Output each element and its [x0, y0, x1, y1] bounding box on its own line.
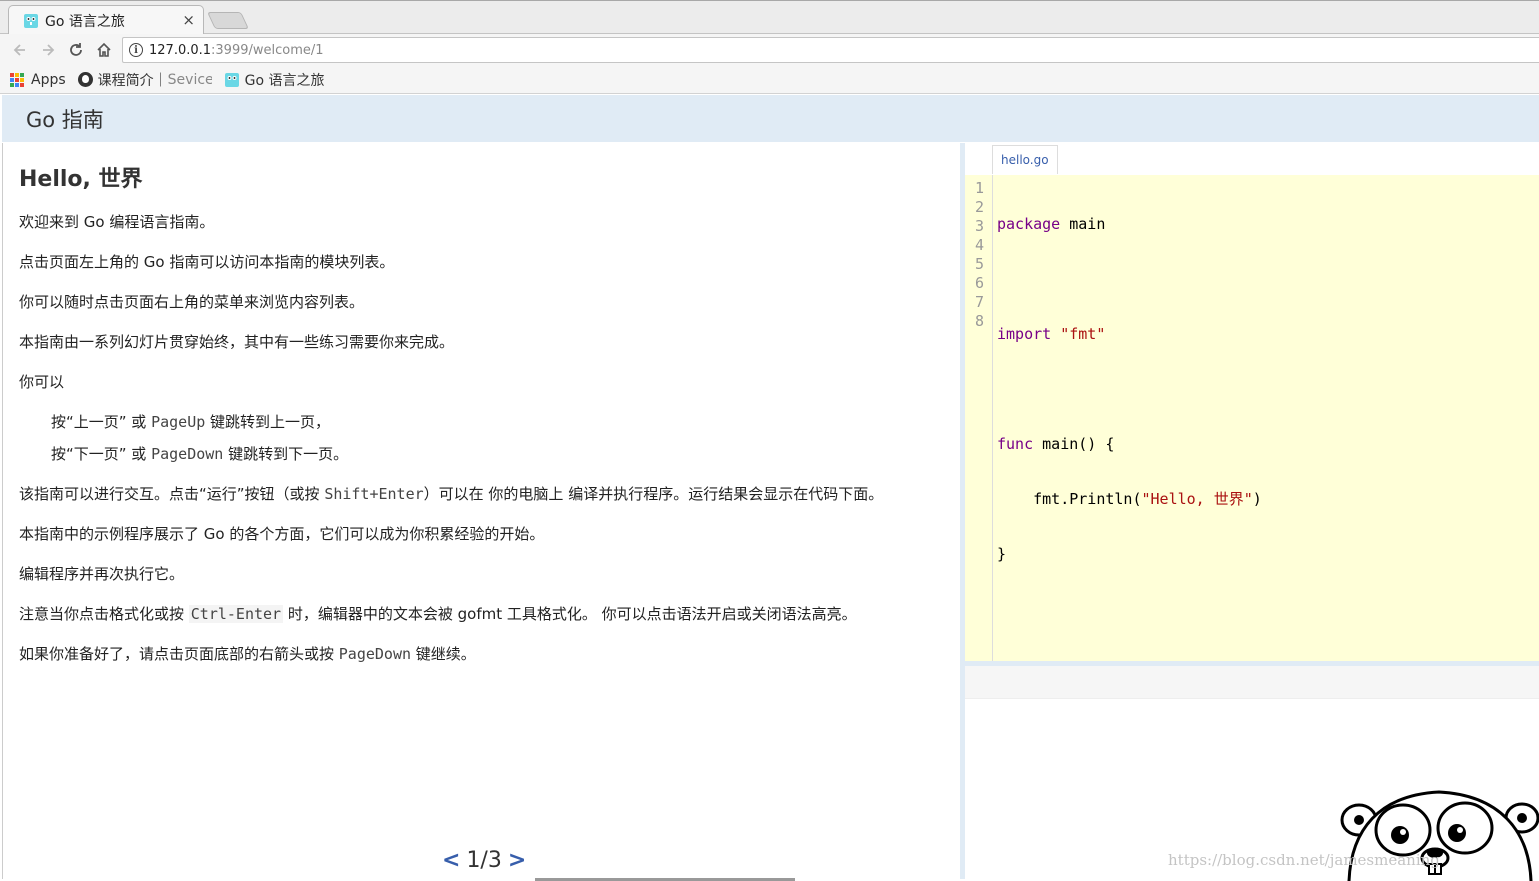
paragraph: 本指南中的示例程序展示了 Go 的各个方面，它们可以成为你积累经验的开始。 [19, 525, 545, 543]
paragraph-text: 时，编辑器中的文本会被 gofmt 工具格式化。 你可以点击语法开启或关闭语法高… [283, 605, 857, 623]
paragraph: 你可以随时点击页面右上角的菜单来浏览内容列表。 [19, 293, 365, 311]
code-line: } [997, 545, 1262, 564]
list-item-text: 键跳转到上一页， [205, 413, 331, 431]
code-token: main [1060, 215, 1106, 233]
line-number: 4 [974, 236, 985, 254]
bookmark-go-tour[interactable]: Go 语言之旅 [224, 70, 325, 90]
list-item-text: 按“下一页” 或 [51, 445, 152, 463]
bookmarks-bar: Apps 课程简介｜ Sevice Go 语言之旅 [0, 66, 1539, 94]
paragraph: 本指南由一系列幻灯片贯穿始终，其中有一些练习需要你来完成。 [19, 333, 455, 351]
tab-title: Go 语言之旅 [45, 13, 125, 30]
lesson-pane: Hello, 世界 欢迎来到 Go 编程语言指南。 点击页面左上角的 Go 指南… [2, 143, 960, 879]
key-name: PageDown [151, 445, 224, 463]
list-item: 按“下一页” 或 PageDown 键跳转到下一页。 [19, 443, 944, 465]
apps-grid-icon [10, 72, 24, 87]
code-keyword: package [997, 215, 1061, 233]
url-host: 127.0.0.1 [149, 42, 212, 58]
bookmark-apps[interactable]: Apps [10, 72, 66, 88]
editor-pane: hello.go 1 2 3 4 5 6 7 8 package main im… [965, 143, 1539, 879]
code-line: func main() { [997, 435, 1262, 454]
line-number: 6 [974, 274, 985, 292]
bookmark-go-tour-label: Go 语言之旅 [244, 72, 325, 89]
watermark: https://blog.csdn.net/jamesmeaning [1168, 851, 1440, 869]
paragraph-text: 如果你准备好了，请点击页面底部的右箭头或按 [19, 645, 339, 663]
bookmark-apps-label: Apps [31, 71, 66, 88]
file-tabs: hello.go [965, 143, 1539, 175]
url-path: :3999/welcome/1 [211, 42, 324, 58]
code-token: fmt.Println( [997, 490, 1142, 508]
line-number: 2 [974, 198, 985, 216]
code-line: package main [997, 215, 1262, 234]
prev-page-button[interactable]: < [436, 848, 466, 873]
gopher-favicon-icon [24, 13, 38, 28]
code-editor[interactable]: 1 2 3 4 5 6 7 8 package main import "fmt… [965, 175, 1539, 661]
slide-pager: < 1/3 > [436, 848, 532, 873]
paragraph-text: 该指南可以进行交互。点击“运行”按钮（或按 [19, 485, 325, 503]
line-gutter: 1 2 3 4 5 6 7 8 [965, 175, 993, 661]
paragraph-text: ）可以在 你的电脑上 编译并执行程序。运行结果会显示在代码下面。 [423, 485, 884, 503]
browser-tab[interactable]: Go 语言之旅 × [8, 5, 204, 35]
line-number: 3 [974, 217, 985, 235]
code-line: import "fmt" [997, 325, 1262, 344]
paragraph: 注意当你点击格式化或按 Ctrl-Enter 时，编辑器中的文本会被 gofmt… [19, 603, 944, 625]
bookmark-course-tail: Sevice [167, 71, 212, 88]
list-item: 按“上一页” 或 PageUp 键跳转到上一页， [19, 411, 944, 433]
paragraph: 点击页面左上角的 Go 指南可以访问本指南的模块列表。 [19, 253, 395, 271]
list-item-text: 键跳转到下一页。 [223, 445, 349, 463]
key-name: PageUp [151, 413, 206, 431]
output-toolbar [965, 666, 1539, 699]
github-icon [77, 72, 93, 87]
browser-toolbar: i 127.0.0.1:3999/welcome/1 [0, 34, 1539, 66]
page-indicator: 1/3 [466, 848, 502, 873]
bookmark-course[interactable]: 课程简介｜ Sevice [77, 70, 212, 90]
code-token: } [997, 545, 1007, 563]
info-icon[interactable]: i [129, 43, 143, 57]
code-token: main() { [1033, 435, 1115, 453]
line-number: 8 [974, 312, 985, 330]
next-page-button[interactable]: > [502, 848, 532, 873]
code-keyword: import [997, 325, 1052, 343]
paragraph: 你可以 [19, 373, 65, 391]
code-string: "fmt" [1051, 325, 1106, 343]
paragraph-text: 注意当你点击格式化或按 [19, 605, 189, 623]
list-item-text: 按“上一页” 或 [51, 413, 152, 431]
address-bar[interactable]: i 127.0.0.1:3999/welcome/1 [122, 37, 1539, 63]
key-name: PageDown [338, 645, 412, 663]
file-tab-hello-go[interactable]: hello.go [992, 145, 1058, 174]
paragraph: 欢迎来到 Go 编程语言指南。 [19, 213, 215, 231]
code-line: fmt.Println("Hello, 世界") [997, 490, 1262, 509]
new-tab-button[interactable] [207, 12, 249, 29]
page-title[interactable]: Go 指南 [26, 104, 104, 134]
gopher-favicon-icon [224, 72, 239, 87]
code-string: "Hello, 世界" [1141, 490, 1253, 508]
tab-strip: Go 语言之旅 × [0, 0, 1539, 35]
line-number: 1 [974, 179, 985, 197]
paragraph: 如果你准备好了，请点击页面底部的右箭头或按 PageDown 键继续。 [19, 643, 944, 665]
code-token: ) [1252, 490, 1262, 508]
code-text[interactable]: package main import "fmt" func main() { … [993, 175, 1262, 661]
page-header: Go 指南 [2, 95, 1539, 142]
paragraph-text: 键继续。 [411, 645, 476, 663]
key-name: Shift+Enter [324, 485, 424, 503]
reload-icon[interactable] [62, 36, 90, 64]
close-icon[interactable]: × [182, 11, 195, 29]
bookmark-course-label: 课程简介｜ [97, 72, 168, 89]
code-keyword: func [997, 435, 1034, 453]
home-icon[interactable] [90, 36, 118, 64]
slide-title: Hello, 世界 [19, 167, 143, 192]
line-number: 7 [974, 293, 985, 311]
line-number: 5 [974, 255, 985, 273]
paragraph: 编辑程序并再次执行它。 [19, 565, 185, 583]
forward-arrow-icon[interactable] [34, 36, 62, 64]
key-name: Ctrl-Enter [188, 605, 284, 623]
back-arrow-icon[interactable] [6, 36, 34, 64]
paragraph: 该指南可以进行交互。点击“运行”按钮（或按 Shift+Enter）可以在 你的… [19, 483, 944, 505]
